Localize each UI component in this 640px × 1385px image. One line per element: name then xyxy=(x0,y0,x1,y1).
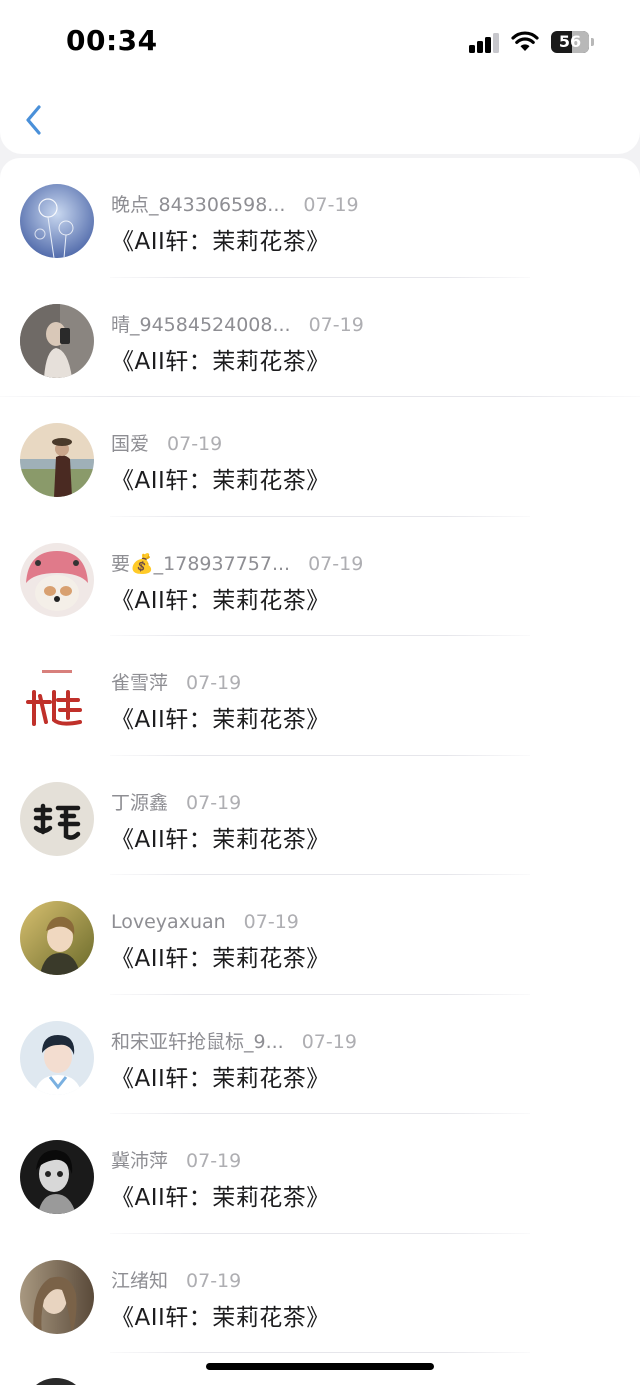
comment-row[interactable]: 晴_94584524008... 07-19 《AII轩：茉莉花茶》 xyxy=(0,278,640,397)
avatar[interactable] xyxy=(20,542,94,617)
username[interactable]: 雀雪萍 xyxy=(111,670,168,696)
row-divider xyxy=(110,1352,530,1353)
comment-date: 07-19 xyxy=(186,791,242,814)
comment-list[interactable]: 晚点_843306598... 07-19 《AII轩：茉莉花茶》 晴_94584… xyxy=(0,158,640,1385)
battery-icon: 56 xyxy=(551,31,589,53)
comment-row[interactable]: 丁源鑫 07-19 《AII轩：茉莉花茶》 xyxy=(0,756,640,875)
top-bar: 00:34 56 xyxy=(0,0,640,154)
battery-indicator: 56 xyxy=(551,31,595,53)
wifi-icon xyxy=(511,30,539,52)
comment-date: 07-19 xyxy=(186,1269,242,1292)
comment-title: 《AII轩：茉莉花茶》 xyxy=(111,468,330,494)
username[interactable]: Loveyaxuan xyxy=(111,909,226,935)
comment-date: 07-19 xyxy=(301,1030,357,1053)
avatar[interactable] xyxy=(20,1259,94,1334)
avatar[interactable] xyxy=(20,901,94,975)
battery-tip xyxy=(591,38,594,46)
username[interactable]: 要💰_178937757... xyxy=(111,551,290,577)
comment-row[interactable]: 冀沛萍 07-19 《AII轩：茉莉花茶》 xyxy=(0,1114,640,1234)
comment-row[interactable]: 和宋亚轩抢鼠标_9... 07-19 《AII轩：茉莉花茶》 xyxy=(0,995,640,1114)
comment-title: 《AII轩：茉莉花茶》 xyxy=(111,1185,330,1211)
comment-title: 《AII轩：茉莉花茶》 xyxy=(111,946,330,972)
avatar[interactable] xyxy=(20,303,94,378)
username[interactable]: 晴_94584524008... xyxy=(111,312,291,338)
comment-date: 07-19 xyxy=(186,672,242,694)
comment-date: 07-19 xyxy=(186,1150,242,1172)
comment-title: 《AII轩：茉莉花茶》 xyxy=(111,229,330,255)
comment-title: 《AII轩：茉莉花茶》 xyxy=(111,1304,330,1331)
username[interactable]: 丁源鑫 xyxy=(111,790,168,816)
username[interactable]: 冀沛萍 xyxy=(111,1148,168,1174)
comment-date: 07-19 xyxy=(243,911,299,933)
comment-date: 07-19 xyxy=(308,313,364,336)
username[interactable]: 江绪知 xyxy=(111,1268,168,1294)
chevron-left-icon xyxy=(26,105,41,135)
comment-title: 《AII轩：茉莉花茶》 xyxy=(111,1065,330,1092)
avatar[interactable] xyxy=(20,781,94,856)
avatar-partial[interactable] xyxy=(24,1378,88,1385)
username[interactable]: 国爱 xyxy=(111,431,149,457)
comment-title: 《AII轩：茉莉花茶》 xyxy=(111,707,330,733)
back-button[interactable] xyxy=(18,100,52,140)
status-time: 00:34 xyxy=(66,24,158,57)
comment-row[interactable]: 晚点_843306598... 07-19 《AII轩：茉莉花茶》 xyxy=(0,158,640,278)
avatar[interactable] xyxy=(20,184,94,258)
avatar[interactable] xyxy=(20,1140,94,1214)
avatar[interactable] xyxy=(20,423,94,497)
comment-title: 《AII轩：茉莉花茶》 xyxy=(111,826,330,853)
comment-row[interactable]: 要💰_178937757... 07-19 《AII轩：茉莉花茶》 xyxy=(0,517,640,636)
comment-row[interactable]: 国爱 07-19 《AII轩：茉莉花茶》 xyxy=(0,397,640,517)
home-indicator[interactable] xyxy=(206,1363,434,1370)
comment-row[interactable]: 雀雪萍 07-19 《AII轩：茉莉花茶》 xyxy=(0,636,640,756)
comment-title: 《AII轩：茉莉花茶》 xyxy=(111,587,330,614)
username[interactable]: 和宋亚轩抢鼠标_9... xyxy=(111,1029,284,1055)
battery-level: 56 xyxy=(558,32,582,51)
comment-date: 07-19 xyxy=(303,194,359,216)
comment-date: 07-19 xyxy=(308,552,364,575)
avatar[interactable] xyxy=(20,662,94,736)
username[interactable]: 晚点_843306598... xyxy=(111,192,285,218)
cellular-signal-icon xyxy=(469,33,501,53)
comment-row[interactable]: 江绪知 07-19 《AII轩：茉莉花茶》 xyxy=(0,1234,640,1353)
comment-row[interactable]: Loveyaxuan 07-19 《AII轩：茉莉花茶》 xyxy=(0,875,640,995)
comment-date: 07-19 xyxy=(167,433,223,455)
avatar[interactable] xyxy=(20,1020,94,1095)
comment-title: 《AII轩：茉莉花茶》 xyxy=(111,348,330,375)
